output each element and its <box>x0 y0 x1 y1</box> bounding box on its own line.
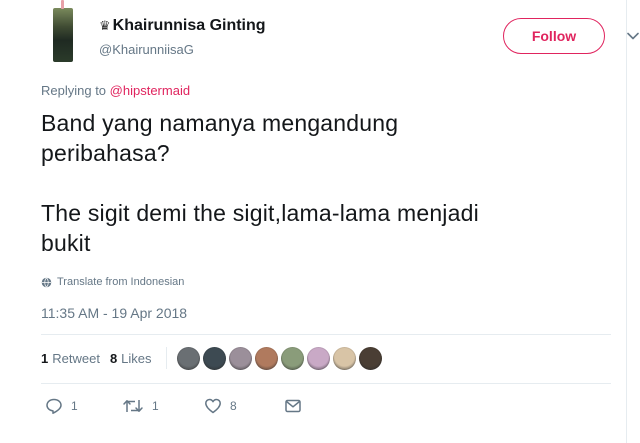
avatar-decoration <box>61 0 64 9</box>
liker-avatar-5[interactable] <box>280 346 304 370</box>
tweet-line: bukit <box>41 230 91 256</box>
retweet-stat-count: 1 <box>41 350 49 366</box>
replying-to-prefix: Replying to <box>41 83 107 98</box>
divider <box>41 334 611 335</box>
liker-avatars <box>176 346 385 370</box>
replying-to: Replying to @hipstermaid <box>41 83 190 98</box>
page-border <box>626 0 627 443</box>
like-action[interactable]: 8 <box>204 397 237 415</box>
like-icon <box>205 398 221 414</box>
liker-avatar-8[interactable] <box>358 346 382 370</box>
tweet-header: ♛ Khairunnisa Ginting @KhairunniisaG Fol… <box>41 0 639 70</box>
liker-avatar-1[interactable] <box>176 346 200 370</box>
divider <box>41 383 611 384</box>
avatar[interactable] <box>53 8 73 62</box>
like-count: 8 <box>230 399 237 413</box>
translate-link[interactable]: Translate from Indonesian <box>41 276 184 288</box>
tweet-line: peribahasa? <box>41 140 170 166</box>
like-stat[interactable]: 8 Likes <box>110 351 152 366</box>
tweet-stats: 1 Retweet 8 Likes <box>41 346 385 370</box>
tweet-line: The sigit demi the sigit,lama-lama menja… <box>41 200 479 226</box>
liker-avatar-7[interactable] <box>332 346 356 370</box>
message-icon <box>285 399 301 413</box>
direct-message-action[interactable] <box>284 397 310 415</box>
reply-icon <box>46 398 62 414</box>
tweet-text: Band yang namanya mengandung peribahasa?… <box>41 108 601 258</box>
user-handle[interactable]: @KhairunniisaG <box>99 42 194 57</box>
reply-count: 1 <box>71 399 78 413</box>
crown-icon: ♛ <box>99 18 111 33</box>
retweet-stat[interactable]: 1 Retweet <box>41 351 100 366</box>
liker-avatar-4[interactable] <box>254 346 278 370</box>
user-name-text: Khairunnisa Ginting <box>112 17 266 34</box>
retweet-icon <box>123 400 143 412</box>
liker-avatar-3[interactable] <box>228 346 252 370</box>
reply-mention-link[interactable]: @hipstermaid <box>110 83 190 98</box>
user-display-name[interactable]: ♛ Khairunnisa Ginting <box>99 17 266 35</box>
liker-avatar-2[interactable] <box>202 346 226 370</box>
like-stat-label: Likes <box>121 350 152 366</box>
retweet-action[interactable]: 1 <box>122 397 159 415</box>
retweet-stat-label: Retweet <box>52 350 100 366</box>
retweet-count: 1 <box>152 399 159 413</box>
tweet-actions: 1 1 8 <box>41 397 341 417</box>
liker-avatar-6[interactable] <box>306 346 330 370</box>
chevron-down-icon[interactable] <box>627 30 639 42</box>
translate-label: Translate from Indonesian <box>57 276 185 288</box>
tweet-line: Band yang namanya mengandung <box>41 110 399 136</box>
globe-icon <box>41 277 52 287</box>
follow-button[interactable]: Follow <box>503 18 605 54</box>
reply-action[interactable]: 1 <box>45 397 78 415</box>
tweet-timestamp[interactable]: 11:35 AM - 19 Apr 2018 <box>41 305 187 321</box>
like-stat-count: 8 <box>109 350 118 366</box>
stats-separator <box>165 347 167 369</box>
